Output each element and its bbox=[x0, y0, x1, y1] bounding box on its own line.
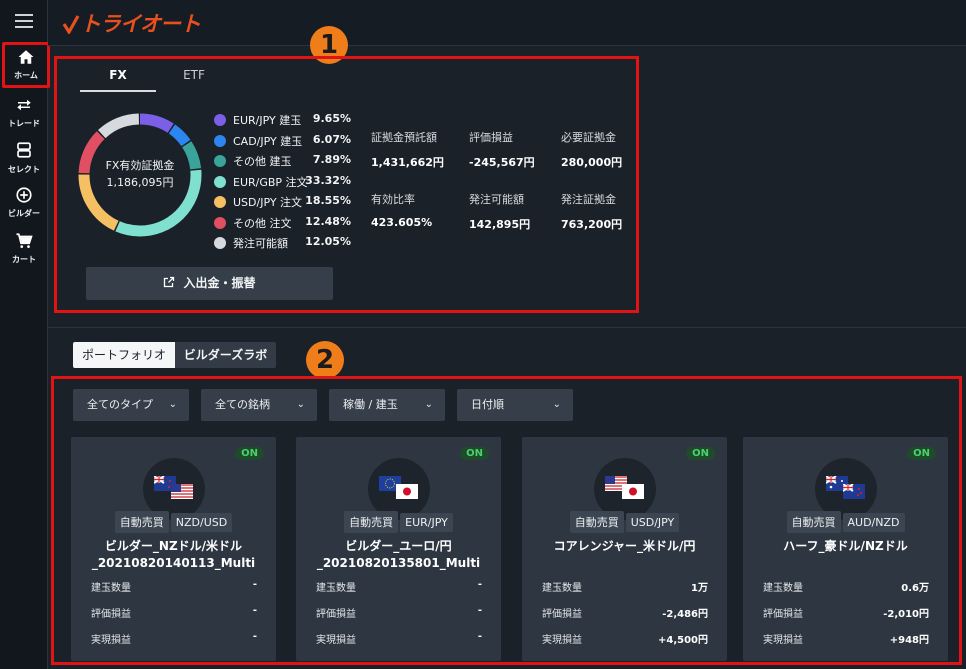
filter-type-select[interactable]: 全てのタイプ ⌄ bbox=[73, 389, 189, 421]
stat-position: 建玉数量 - bbox=[316, 579, 482, 594]
card-tags: 自動売買 AUD/NZD bbox=[743, 511, 948, 533]
type-tag: 自動売買 bbox=[114, 511, 169, 533]
stat-realized: 実現損益 +4,500円 bbox=[542, 635, 708, 646]
logo-mark-icon bbox=[62, 15, 80, 36]
pair-tag: EUR/JPY bbox=[400, 513, 453, 532]
portfolio-card[interactable]: ON 自動売買 EUR/JPY ビルダー_ユーロ/円 _20210820135801… bbox=[296, 437, 501, 661]
donut-title: FX有効証拠金 bbox=[105, 159, 175, 172]
chevron-down-icon: ⌄ bbox=[424, 399, 433, 410]
chevron-down-icon: ⌄ bbox=[168, 399, 177, 410]
legend-item: CAD/JPY 建玉 6.07% bbox=[214, 132, 359, 153]
chevron-down-icon: ⌄ bbox=[552, 399, 561, 410]
portfolio-card[interactable]: ON 自動売買 USD/JPY コアレンジャー_米ドル/円 建玉数量 1万 評価損益… bbox=[522, 437, 727, 661]
card-title: ビルダー_ユーロ/円 _20210820135801_Multi bbox=[316, 539, 481, 570]
stat-realized: 実現損益 +948円 bbox=[763, 635, 929, 646]
donut-value: 1,186,095円 bbox=[106, 176, 174, 189]
tab-fx[interactable]: FX bbox=[80, 62, 156, 92]
sidebar-item-label: セレクト bbox=[8, 165, 40, 174]
stat-position: 建玉数量 - bbox=[91, 579, 257, 594]
stat-unrealized: 評価損益 -2,010円 bbox=[763, 609, 929, 620]
app-logo[interactable]: トライオート bbox=[62, 8, 201, 38]
metric-effective-ratio: 有効比率 423.605% bbox=[371, 193, 433, 229]
donut-center-label: FX有効証拠金 1,186,095円 bbox=[77, 157, 203, 191]
sidebar-item-cart[interactable]: カート bbox=[0, 232, 48, 276]
stat-realized: 実現損益 - bbox=[316, 631, 482, 646]
cart-icon bbox=[16, 233, 33, 248]
top-header: トライオート bbox=[48, 0, 966, 46]
legend-item: 発注可能額 12.05% bbox=[214, 234, 359, 255]
us-flag-icon bbox=[171, 484, 193, 499]
card-title: ビルダー_NZドル/米ドル _20210820140113_Multi bbox=[91, 539, 256, 570]
pair-tag: NZD/USD bbox=[170, 513, 233, 532]
chevron-down-icon: ⌄ bbox=[296, 399, 305, 410]
section-divider bbox=[48, 327, 966, 328]
tab-portfolio[interactable]: ポートフォリオ bbox=[73, 342, 175, 368]
status-badge: ON bbox=[460, 447, 489, 460]
filter-sort-select[interactable]: 日付順 ⌄ bbox=[457, 389, 573, 421]
pair-tag: AUD/NZD bbox=[842, 513, 905, 532]
type-tag: 自動売買 bbox=[344, 511, 399, 533]
metric-unrealized-pl: 評価損益 -245,567円 bbox=[469, 131, 535, 169]
status-badge: ON bbox=[686, 447, 715, 460]
filter-status-select[interactable]: 稼働 / 建玉 ⌄ bbox=[329, 389, 445, 421]
sidebar-item-home[interactable]: ホーム bbox=[2, 42, 50, 88]
logo-text: トライオート bbox=[80, 12, 201, 36]
sidebar-item-trade[interactable]: トレード bbox=[0, 96, 48, 140]
deposit-transfer-label: 入出金・振替 bbox=[183, 276, 256, 290]
type-tag: 自動売買 bbox=[786, 511, 841, 533]
card-title: コアレンジャー_米ドル/円 bbox=[553, 539, 696, 553]
filter-pair-select[interactable]: 全ての銘柄 ⌄ bbox=[201, 389, 317, 421]
metric-required-margin: 必要証拠金 280,000円 bbox=[561, 131, 623, 169]
metric-deposit: 証拠金預託額 1,431,662円 bbox=[371, 131, 444, 169]
external-link-icon bbox=[164, 276, 175, 288]
stat-position: 建玉数量 0.6万 bbox=[763, 583, 929, 594]
card-tags: 自動売買 NZD/USD bbox=[71, 511, 276, 533]
pair-tag: USD/JPY bbox=[625, 513, 680, 532]
portfolio-card[interactable]: ON 自動売買 NZD/USD ビルダー_NZドル/米ドル _20210820140… bbox=[71, 437, 276, 661]
card-tags: 自動売買 USD/JPY bbox=[522, 511, 727, 533]
legend-item: その他 建玉 7.89% bbox=[214, 152, 359, 173]
card-title: ハーフ_豪ドル/NZドル bbox=[783, 539, 908, 553]
legend-item: その他 注文 12.48% bbox=[214, 214, 359, 235]
sidebar: ホーム トレード セレクト ビルダー カート bbox=[0, 0, 50, 669]
status-badge: ON bbox=[235, 447, 264, 460]
hamburger-icon[interactable] bbox=[15, 14, 33, 28]
deposit-transfer-button[interactable]: 入出金・振替 bbox=[86, 267, 333, 300]
card-tags: 自動売買 EUR/JPY bbox=[296, 511, 501, 533]
home-icon bbox=[18, 50, 34, 64]
sidebar-item-label: ホーム bbox=[14, 71, 38, 80]
stat-unrealized: 評価損益 - bbox=[316, 605, 482, 620]
stat-unrealized: 評価損益 -2,486円 bbox=[542, 609, 708, 620]
metric-order-margin: 発注証拠金 763,200円 bbox=[561, 193, 623, 231]
sidebar-item-label: カート bbox=[12, 255, 36, 264]
stat-realized: 実現損益 - bbox=[91, 631, 257, 646]
japan-flag-icon bbox=[622, 484, 644, 499]
stat-position: 建玉数量 1万 bbox=[542, 583, 708, 594]
portfolio-card[interactable]: ON 自動売買 AUD/NZD ハーフ_豪ドル/NZドル 建玉数量 0.6万 評価損… bbox=[743, 437, 948, 661]
select-icon bbox=[17, 142, 31, 158]
japan-flag-icon bbox=[396, 484, 418, 499]
type-tag: 自動売買 bbox=[569, 511, 624, 533]
plus-circle-icon bbox=[16, 187, 32, 203]
step-badge-2: 2 bbox=[306, 341, 344, 379]
new-zealand-flag-icon bbox=[843, 484, 865, 499]
metric-available: 発注可能額 142,895円 bbox=[469, 193, 531, 231]
sidebar-item-builder[interactable]: ビルダー bbox=[0, 186, 48, 230]
legend-item: EUR/JPY 建玉 9.65% bbox=[214, 111, 359, 132]
tab-builders-lab[interactable]: ビルダーズラボ bbox=[175, 342, 276, 368]
sidebar-item-label: トレード bbox=[8, 119, 40, 128]
status-badge: ON bbox=[907, 447, 936, 460]
sidebar-item-label: ビルダー bbox=[8, 209, 40, 218]
donut-legend: EUR/JPY 建玉 9.65% CAD/JPY 建玉 6.07% その他 建玉 7.… bbox=[214, 111, 359, 255]
trade-arrows-icon bbox=[17, 99, 31, 111]
legend-item: USD/JPY 注文 18.55% bbox=[214, 193, 359, 214]
sidebar-item-select[interactable]: セレクト bbox=[0, 140, 48, 184]
tab-etf[interactable]: ETF bbox=[156, 62, 232, 92]
stat-unrealized: 評価損益 - bbox=[91, 605, 257, 620]
legend-item: EUR/GBP 注文 33.32% bbox=[214, 173, 359, 194]
